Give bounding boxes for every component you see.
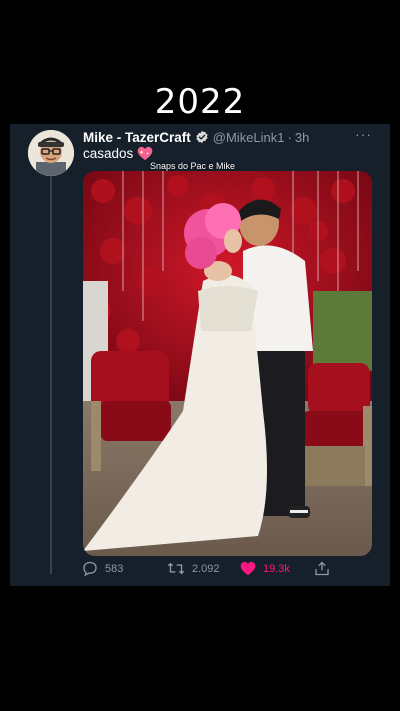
heart-icon (240, 561, 256, 576)
tweet-text-row: casados (83, 146, 153, 161)
retweet-count: 2.092 (192, 562, 220, 575)
separator-dot: · (287, 129, 292, 145)
tweet-header: Mike - TazerCraft @MikeLink1 · 3h (83, 128, 309, 146)
thread-line (50, 176, 52, 574)
author-name[interactable]: Mike - TazerCraft (83, 130, 191, 145)
reply-button[interactable]: 583 (82, 561, 123, 576)
retweet-button[interactable]: 2.092 (167, 561, 220, 576)
tweet-actions: 583 2.092 19.3k (82, 561, 382, 579)
year-overlay: 2022 (154, 82, 246, 122)
tweet-text: casados (83, 146, 134, 161)
tweet-timestamp[interactable]: 3h (295, 130, 309, 145)
retweet-icon (167, 562, 185, 575)
author-handle[interactable]: @MikeLink1 (213, 130, 285, 145)
like-button[interactable]: 19.3k (240, 561, 290, 576)
verified-badge-icon (195, 130, 209, 144)
reply-count: 583 (105, 562, 124, 575)
sparkling-heart-icon (137, 146, 153, 161)
media-caption: Snaps do Pac e Mike (150, 161, 236, 171)
avatar[interactable] (28, 130, 74, 176)
tweet-card[interactable]: Mike - TazerCraft @MikeLink1 · 3h ··· ca… (10, 124, 390, 586)
like-count: 19.3k (263, 562, 290, 575)
share-icon (315, 561, 329, 576)
reply-icon (83, 561, 97, 576)
more-options-icon[interactable]: ··· (355, 126, 372, 142)
tweet-photo[interactable] (83, 171, 372, 556)
share-button[interactable] (314, 561, 337, 576)
